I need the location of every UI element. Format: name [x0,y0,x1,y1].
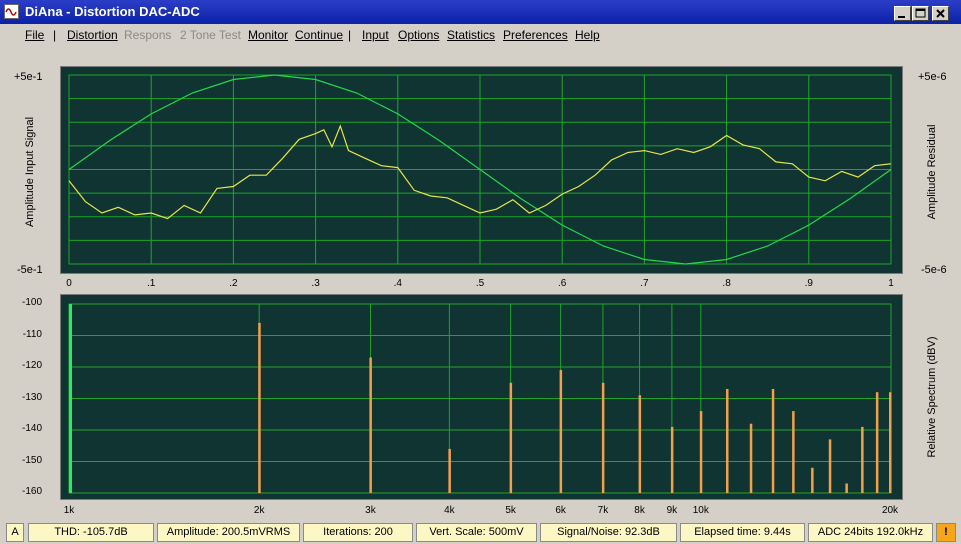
upper-right-axis-title: Amplitude Residual [926,124,938,220]
menu-continue[interactable]: Continue [295,28,343,42]
waveform-x-tick: .7 [640,278,649,289]
minimize-icon [898,16,905,18]
harmonic-bar-2k [258,322,261,493]
warning-icon[interactable]: ! [936,523,956,542]
status-signal-noise: Signal/Noise: 92.3dB [540,523,677,542]
waveform-x-tick: 0 [66,278,72,289]
harmonic-bar-17k [845,483,848,493]
spectrum-x-tick: 2k [253,505,265,516]
spectrum-x-tick: 8k [634,505,645,516]
fundamental-bar [69,304,72,493]
status-vert-scale: Vert. Scale: 500mV [416,523,537,542]
harmonic-bar-9k [670,426,674,493]
waveform-x-tick: .5 [475,278,485,289]
status-elapsed-time: Elapsed time: 9.44s [680,523,805,542]
upper-left-min-label: -5e-1 [17,264,43,276]
spectrum-x-tick: 7k [597,505,609,516]
spectrum-x-tick: 3k [365,505,376,516]
spectrum-x-tick: 9k [666,505,678,516]
waveform-x-tick: .3 [311,278,320,289]
menu-respons[interactable]: Respons [124,28,171,42]
menu-separator: | [348,28,352,42]
harmonic-bar-14k [792,411,795,493]
spectrum-x-tick: 4k [444,505,455,516]
menu-input[interactable]: Input [362,28,389,42]
spectrum-x-tick: 1k [63,505,75,516]
menu-bar: File | Distortion Respons 2 Tone Test Mo… [0,25,961,45]
waveform-x-tick: .9 [804,278,813,289]
waveform-canvas [68,74,892,265]
harmonic-bar-12k [749,423,753,493]
waveform-plot [60,66,903,274]
upper-right-min-label: -5e-6 [921,264,947,276]
status-mode: A [6,523,24,542]
waveform-x-tick: .4 [393,278,402,289]
harmonic-bar-8k [638,395,642,493]
waveform-x-tick: 1 [888,278,894,289]
status-thd: THD: -105.7dB [28,523,154,542]
harmonic-bar-4k [448,448,451,493]
waveform-x-tick: .6 [558,278,567,289]
harmonic-bar-20k [889,392,892,493]
harmonic-bar-13k [771,389,775,493]
harmonic-bar-7k [601,382,605,494]
menu-separator: | [53,28,57,42]
spectrum-x-tick: 6k [555,505,566,516]
status-amplitude: Amplitude: 200.5mVRMS [157,523,300,542]
spectrum-x-tick: 10k [692,505,709,516]
close-icon [936,9,945,18]
menu-2-tone-test[interactable]: 2 Tone Test [180,28,241,42]
harmonic-bar-18k [861,426,864,493]
maximize-button[interactable] [912,6,929,21]
upper-right-max-label: +5e-6 [918,71,947,83]
status-iterations: Iterations: 200 [303,523,413,542]
spectrum-plot [60,294,903,500]
waveform-x-tick: .1 [147,278,156,289]
spectrum-x-tick: 5k [505,505,516,516]
spectrum-y-tick: -150 [21,454,42,466]
menu-monitor[interactable]: Monitor [248,28,288,42]
spectrum-y-tick: -140 [21,423,42,434]
waveform-x-tick: .2 [229,278,238,289]
upper-left-axis-title: Amplitude Input Signal [24,116,36,228]
minimize-button[interactable] [894,6,911,21]
spectrum-axis-title: Relative Spectrum (dBV) [926,336,938,458]
maximize-icon [915,8,926,18]
waveform-x-tick: .8 [722,278,731,289]
menu-statistics[interactable]: Statistics [447,28,495,42]
harmonic-bar-16k [828,439,832,493]
status-adc: ADC 24bits 192.0kHz [808,523,933,542]
spectrum-y-tick: -160 [21,486,42,497]
harmonic-bar-5k [509,382,513,494]
spectrum-x-tick: 20k [881,505,899,516]
status-bar: A THD: -105.7dB Amplitude: 200.5mVRMS It… [0,521,961,544]
spectrum-y-tick: -100 [21,297,42,308]
spectrum-canvas [68,303,892,494]
harmonic-bar-15k [811,467,814,493]
upper-left-max-label: +5e-1 [14,71,43,83]
harmonic-bar-6k [559,370,563,493]
app-wave-icon [4,4,19,19]
menu-help[interactable]: Help [575,28,600,42]
menu-file[interactable]: File [25,28,44,42]
window-title: DiAna - Distortion DAC-ADC [25,4,200,19]
menu-distortion[interactable]: Distortion [67,28,118,42]
close-button[interactable] [932,6,949,21]
harmonic-bar-11k [726,389,729,493]
menu-preferences[interactable]: Preferences [503,28,568,42]
harmonic-bar-19k [875,392,879,493]
harmonic-bar-10k [699,411,703,493]
spectrum-y-tick: -120 [21,360,42,371]
title-bar: DiAna - Distortion DAC-ADC [0,0,961,24]
harmonic-bar-3k [369,357,372,493]
spectrum-y-tick: -130 [21,391,42,403]
spectrum-y-tick: -110 [22,328,42,340]
menu-options[interactable]: Options [398,28,439,42]
